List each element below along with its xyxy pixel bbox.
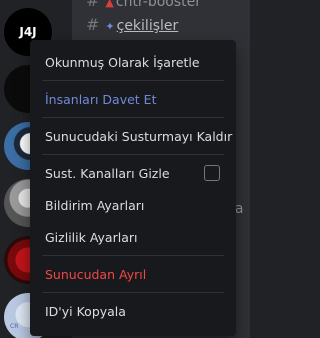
menu-item-label: Sunucudaki Susturmayı Kaldır — [45, 128, 233, 144]
channel-name: çekilişler — [116, 18, 179, 34]
menu-separator — [42, 117, 224, 118]
menu-item-copy-id[interactable]: ID'yi Kopyala — [38, 295, 228, 327]
menu-separator — [42, 80, 224, 81]
menu-item-label: Sunucudan Ayrıl — [45, 266, 147, 282]
channel-item[interactable]: # ▲ cntr-booster — [86, 0, 201, 10]
menu-item-label: İnsanları Davet Et — [45, 91, 157, 107]
menu-item-mark-read[interactable]: Okunmuş Olarak İşaretle — [38, 46, 228, 78]
menu-item-label: Bildirim Ayarları — [45, 197, 145, 213]
hide-muted-checkbox[interactable] — [204, 165, 220, 181]
flag-icon: ▲ — [105, 0, 114, 9]
discord-window: J4J CR # ▲ cntr-booster # ✦ çekilişler la Ok… — [0, 0, 250, 338]
menu-item-notifications[interactable]: Bildirim Ayarları — [38, 189, 228, 221]
party-icon: ✦ — [105, 20, 115, 33]
server-label: CR — [10, 323, 19, 330]
channel-item[interactable]: # ✦ çekilişler — [86, 15, 178, 34]
menu-item-unmute[interactable]: Sunucudaki Susturmayı Kaldır — [38, 120, 232, 152]
hash-icon: # — [86, 15, 100, 34]
menu-separator — [42, 292, 224, 293]
menu-separator — [42, 255, 224, 256]
server-context-menu: Okunmuş Olarak İşaretle İnsanları Davet … — [30, 40, 236, 336]
channel-name: cntr-booster — [115, 0, 202, 10]
menu-item-privacy[interactable]: Gizlilik Ayarları — [38, 221, 228, 253]
menu-separator — [42, 154, 224, 155]
server-label: J4J — [19, 25, 37, 39]
hash-icon: # — [86, 0, 100, 10]
menu-item-hide-muted[interactable]: Sust. Kanalları Gizle — [38, 157, 228, 189]
menu-item-label: Sust. Kanalları Gizle — [45, 165, 170, 181]
menu-item-leave-server[interactable]: Sunucudan Ayrıl — [38, 258, 228, 290]
menu-item-invite[interactable]: İnsanları Davet Et — [38, 83, 228, 115]
menu-item-label: ID'yi Kopyala — [45, 303, 126, 319]
menu-item-label: Gizlilik Ayarları — [45, 229, 138, 245]
menu-item-label: Okunmuş Olarak İşaretle — [45, 54, 200, 70]
